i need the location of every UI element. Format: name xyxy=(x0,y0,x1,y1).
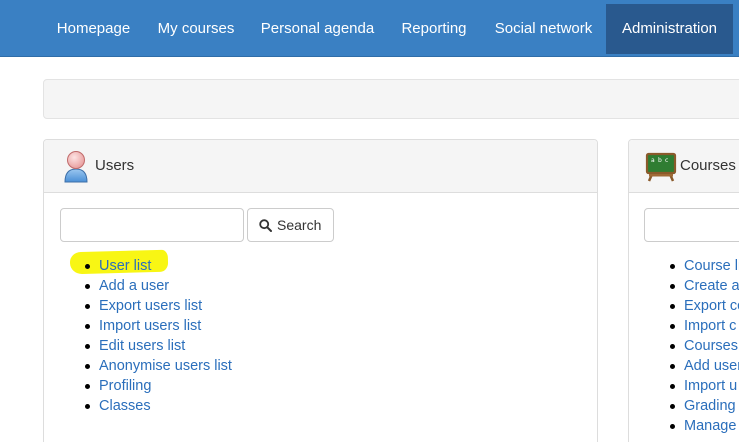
courses-link[interactable]: Courses xyxy=(684,338,738,354)
list-item: Edit users list xyxy=(85,336,232,356)
nav-item-personal-agenda[interactable]: Personal agenda xyxy=(248,4,387,54)
list-item: Classes xyxy=(85,396,232,416)
svg-text:a: a xyxy=(651,157,655,164)
chalkboard-icon: a b c xyxy=(645,150,677,182)
list-item: Anonymise users list xyxy=(85,356,232,376)
list-item: Course li xyxy=(670,256,739,276)
nav-item-my-courses[interactable]: My courses xyxy=(144,4,248,54)
course-list-link[interactable]: Course li xyxy=(684,258,739,274)
list-item: Import u xyxy=(670,376,739,396)
edit-users-link[interactable]: Edit users list xyxy=(99,338,185,354)
list-item: Add a user xyxy=(85,276,232,296)
users-icon xyxy=(62,149,90,183)
import-courses-link[interactable]: Import c xyxy=(684,318,736,334)
users-panel-title: Users xyxy=(95,157,135,174)
list-item: Import users list xyxy=(85,316,232,336)
add-user-link[interactable]: Add a user xyxy=(99,278,169,294)
nav-item-social-network[interactable]: Social network xyxy=(481,4,606,54)
courses-link-list: Course li Create a Export co Import c Co… xyxy=(670,256,739,436)
manage-link[interactable]: Manage xyxy=(684,418,736,434)
import-users-link[interactable]: Import users list xyxy=(99,318,201,334)
export-users-link[interactable]: Export users list xyxy=(99,298,202,314)
users-search-button-label: Search xyxy=(277,217,322,233)
list-item: Courses xyxy=(670,336,739,356)
top-navbar: Homepage My courses Personal agenda Repo… xyxy=(0,0,739,57)
add-users-to-course-link[interactable]: Add user xyxy=(684,358,739,374)
users-search-input[interactable] xyxy=(60,208,244,242)
import-users-to-course-link[interactable]: Import u xyxy=(684,378,737,394)
users-link-list: User list Add a user Export users list I… xyxy=(85,256,232,416)
list-item: Profiling xyxy=(85,376,232,396)
user-list-link[interactable]: User list xyxy=(99,258,151,274)
create-course-link[interactable]: Create a xyxy=(684,278,739,294)
profiling-link[interactable]: Profiling xyxy=(99,378,151,394)
list-item: Grading xyxy=(670,396,739,416)
list-item: Manage xyxy=(670,416,739,436)
list-item: User list xyxy=(85,256,232,276)
users-search-button[interactable]: Search xyxy=(247,208,334,242)
export-courses-link[interactable]: Export co xyxy=(684,298,739,314)
anonymise-users-link[interactable]: Anonymise users list xyxy=(99,358,232,374)
nav-item-administration[interactable]: Administration xyxy=(606,4,733,54)
nav-item-homepage[interactable]: Homepage xyxy=(43,4,144,54)
users-panel-heading: Users xyxy=(44,140,597,193)
list-item: Create a xyxy=(670,276,739,296)
list-item: Add user xyxy=(670,356,739,376)
svg-text:b: b xyxy=(658,157,662,164)
list-item: Export co xyxy=(670,296,739,316)
svg-text:c: c xyxy=(665,157,668,164)
nav-item-reporting[interactable]: Reporting xyxy=(387,4,481,54)
breadcrumb xyxy=(43,79,739,119)
classes-link[interactable]: Classes xyxy=(99,398,151,414)
courses-panel-heading: a b c Courses xyxy=(629,140,739,193)
courses-panel-title: Courses xyxy=(680,157,736,174)
search-icon xyxy=(259,218,272,232)
courses-search-input[interactable] xyxy=(644,208,739,242)
grading-link[interactable]: Grading xyxy=(684,398,736,414)
list-item: Export users list xyxy=(85,296,232,316)
list-item: Import c xyxy=(670,316,739,336)
